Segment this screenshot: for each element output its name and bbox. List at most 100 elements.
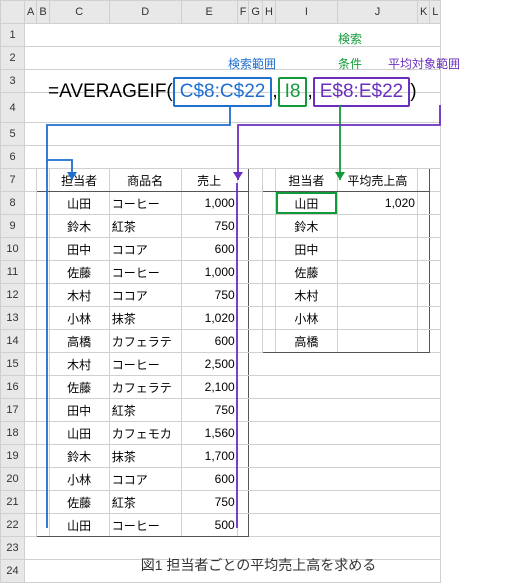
cell[interactable]: 紅茶 xyxy=(109,399,181,422)
row-11[interactable]: 11 xyxy=(1,261,25,284)
cell[interactable] xyxy=(337,261,417,284)
row-18[interactable]: 18 xyxy=(1,422,25,445)
row-9[interactable]: 9 xyxy=(1,215,25,238)
cell[interactable]: 1,000 xyxy=(181,192,237,215)
cell[interactable]: 小林 xyxy=(49,468,109,491)
cell[interactable]: 佐藤 xyxy=(49,491,109,514)
row-5[interactable]: 5 xyxy=(1,123,25,146)
hdr-shohinmei[interactable]: 商品名 xyxy=(109,169,181,192)
cell[interactable]: 佐藤 xyxy=(49,376,109,399)
cell[interactable]: ココア xyxy=(109,284,181,307)
cell[interactable]: 1,560 xyxy=(181,422,237,445)
cell[interactable]: カフェラテ xyxy=(109,376,181,399)
cell-I8[interactable]: 山田 xyxy=(275,192,337,215)
spreadsheet-surface[interactable]: A B C D E F G H I J K L 1 2 3 4 5 6 7 担当… xyxy=(0,0,517,585)
cell[interactable] xyxy=(337,284,417,307)
cell[interactable]: 山田 xyxy=(49,192,109,215)
cell[interactable]: 高橋 xyxy=(49,330,109,353)
cell[interactable]: カフェモカ xyxy=(109,422,181,445)
hdr-avg[interactable]: 平均売上高 xyxy=(337,169,417,192)
hdr-uriage[interactable]: 売上 xyxy=(181,169,237,192)
row-1[interactable]: 1 xyxy=(1,24,25,47)
col-H[interactable]: H xyxy=(262,1,275,24)
row-8[interactable]: 8 xyxy=(1,192,25,215)
row-13[interactable]: 13 xyxy=(1,307,25,330)
cell[interactable]: 鈴木 xyxy=(49,215,109,238)
col-I[interactable]: I xyxy=(275,1,337,24)
cell[interactable]: 鈴木 xyxy=(49,445,109,468)
cell[interactable]: 山田 xyxy=(49,422,109,445)
cell[interactable]: カフェラテ xyxy=(109,330,181,353)
col-C[interactable]: C xyxy=(49,1,109,24)
col-J[interactable]: J xyxy=(337,1,417,24)
fx-comma1: , xyxy=(272,81,277,103)
row-17[interactable]: 17 xyxy=(1,399,25,422)
row-4[interactable]: 4 xyxy=(1,93,25,123)
cell[interactable]: 1,020 xyxy=(181,307,237,330)
col-B[interactable]: B xyxy=(37,1,49,24)
cell[interactable]: 紅茶 xyxy=(109,215,181,238)
row-20[interactable]: 20 xyxy=(1,468,25,491)
cell[interactable]: コーヒー xyxy=(109,353,181,376)
cell[interactable]: 田中 xyxy=(49,399,109,422)
cell[interactable]: 2,500 xyxy=(181,353,237,376)
cell[interactable]: 1,000 xyxy=(181,261,237,284)
row-14[interactable]: 14 xyxy=(1,330,25,353)
cell[interactable]: 小林 xyxy=(275,307,337,330)
cell[interactable]: 750 xyxy=(181,284,237,307)
cell[interactable]: コーヒー xyxy=(109,514,181,537)
cell[interactable]: 佐藤 xyxy=(49,261,109,284)
hdr-tantosha[interactable]: 担当者 xyxy=(49,169,109,192)
cell[interactable]: 500 xyxy=(181,514,237,537)
cell[interactable]: 紅茶 xyxy=(109,491,181,514)
row-6[interactable]: 6 xyxy=(1,146,25,169)
cell[interactable]: ココア xyxy=(109,468,181,491)
cell[interactable]: 750 xyxy=(181,399,237,422)
cell[interactable]: 抹茶 xyxy=(109,307,181,330)
row-12[interactable]: 12 xyxy=(1,284,25,307)
col-D[interactable]: D xyxy=(109,1,181,24)
row-3[interactable]: 3 xyxy=(1,70,25,93)
row-22[interactable]: 22 xyxy=(1,514,25,537)
col-L[interactable]: L xyxy=(430,1,441,24)
cell[interactable]: 600 xyxy=(181,330,237,353)
col-E[interactable]: E xyxy=(181,1,237,24)
row-15[interactable]: 15 xyxy=(1,353,25,376)
cell[interactable]: 田中 xyxy=(49,238,109,261)
cell[interactable]: 抹茶 xyxy=(109,445,181,468)
col-K[interactable]: K xyxy=(417,1,429,24)
row-10[interactable]: 10 xyxy=(1,238,25,261)
cell[interactable]: ココア xyxy=(109,238,181,261)
cell[interactable]: 田中 xyxy=(275,238,337,261)
row-7[interactable]: 7 xyxy=(1,169,25,192)
cell[interactable]: コーヒー xyxy=(109,261,181,284)
col-G[interactable]: G xyxy=(249,1,263,24)
cell[interactable] xyxy=(337,238,417,261)
cell[interactable] xyxy=(337,330,417,353)
cell[interactable]: 600 xyxy=(181,468,237,491)
cell[interactable]: 750 xyxy=(181,491,237,514)
row-21[interactable]: 21 xyxy=(1,491,25,514)
cell[interactable]: 木村 xyxy=(49,284,109,307)
row-16[interactable]: 16 xyxy=(1,376,25,399)
cell[interactable] xyxy=(337,215,417,238)
col-A[interactable]: A xyxy=(25,1,37,24)
cell[interactable]: 1,700 xyxy=(181,445,237,468)
cell[interactable]: 750 xyxy=(181,215,237,238)
cell[interactable]: 小林 xyxy=(49,307,109,330)
cell[interactable]: 佐藤 xyxy=(275,261,337,284)
cell[interactable]: コーヒー xyxy=(109,192,181,215)
cell[interactable] xyxy=(337,307,417,330)
cell[interactable]: 木村 xyxy=(49,353,109,376)
cell-J8[interactable]: 1,020 xyxy=(337,192,417,215)
cell[interactable]: 高橋 xyxy=(275,330,337,353)
row-2[interactable]: 2 xyxy=(1,47,25,70)
cell[interactable]: 600 xyxy=(181,238,237,261)
row-19[interactable]: 19 xyxy=(1,445,25,468)
cell[interactable]: 鈴木 xyxy=(275,215,337,238)
hdr-tantosha2[interactable]: 担当者 xyxy=(275,169,337,192)
cell[interactable]: 2,100 xyxy=(181,376,237,399)
cell[interactable]: 山田 xyxy=(49,514,109,537)
cell[interactable]: 木村 xyxy=(275,284,337,307)
col-F[interactable]: F xyxy=(237,1,249,24)
